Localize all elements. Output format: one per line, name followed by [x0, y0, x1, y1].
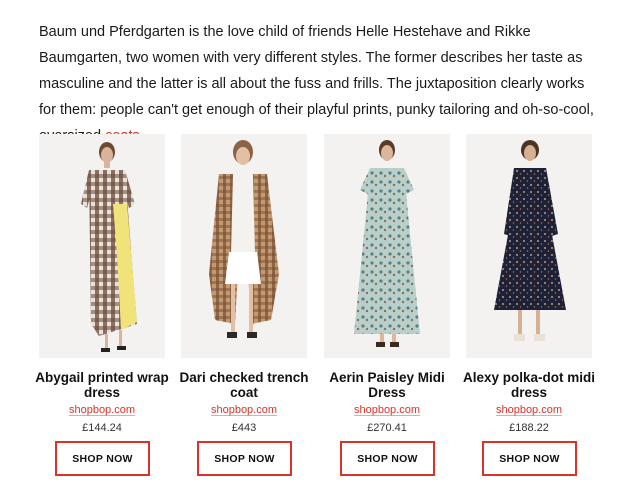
product-card: Alexy polka-dot midi dress shopbop.com £…: [463, 134, 595, 480]
product-store-link[interactable]: shopbop.com: [181, 404, 307, 416]
product-card: Dari checked trench coat shopbop.com £44…: [179, 134, 309, 480]
product-store-link[interactable]: shopbop.com: [466, 404, 592, 416]
shop-now-button[interactable]: SHOP NOW: [340, 441, 435, 476]
product-name[interactable]: Abygail printed wrap dress: [31, 370, 173, 400]
product-photo[interactable]: [466, 134, 592, 358]
product-price: £188.22: [509, 422, 549, 434]
product-price: £443: [231, 422, 257, 434]
product-name[interactable]: Aerin Paisley Midi Dress: [316, 370, 458, 400]
product-price: £144.24: [82, 422, 122, 434]
product-photo[interactable]: [181, 134, 307, 358]
article-intro: Baum und Pferdgarten is the love child o…: [39, 19, 599, 149]
product-card: Aerin Paisley Midi Dress shopbop.com £27…: [324, 134, 450, 480]
shop-now-button[interactable]: SHOP NOW: [55, 441, 150, 476]
product-card: Abygail printed wrap dress shopbop.com £…: [35, 134, 169, 480]
product-name[interactable]: Alexy polka-dot midi dress: [458, 370, 600, 400]
product-store-link[interactable]: shopbop.com: [39, 404, 165, 416]
product-photo[interactable]: [324, 134, 450, 358]
intro-text: Baum und Pferdgarten is the love child o…: [39, 23, 594, 144]
product-price: £270.41: [367, 422, 407, 434]
shop-now-button[interactable]: SHOP NOW: [482, 441, 577, 476]
product-photo[interactable]: [39, 134, 165, 358]
product-name[interactable]: Dari checked trench coat: [173, 370, 315, 400]
product-grid: Abygail printed wrap dress shopbop.com £…: [35, 134, 599, 484]
product-store-link[interactable]: shopbop.com: [324, 404, 450, 416]
shop-now-button[interactable]: SHOP NOW: [197, 441, 292, 476]
